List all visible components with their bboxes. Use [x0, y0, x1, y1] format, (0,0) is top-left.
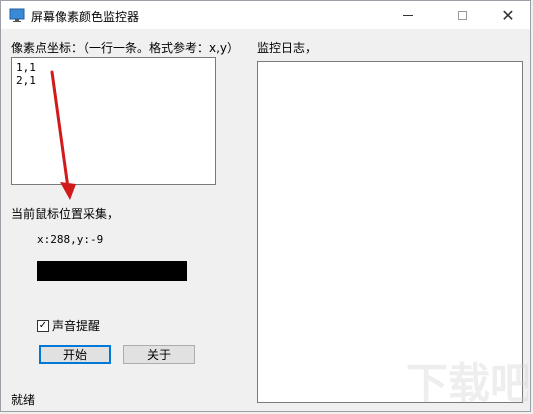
minimize-button[interactable]	[385, 1, 431, 29]
log-label: 监控日志，	[257, 41, 318, 55]
color-swatch	[37, 261, 187, 281]
maximize-icon	[457, 10, 467, 20]
app-window: 屏幕像素颜色监控器 ✕ 像素点坐标：（一行一条。格式参考：x,y） 1,1 2,…	[0, 0, 531, 412]
coords-label: 像素点坐标：（一行一条。格式参考：x,y）	[11, 41, 240, 55]
coords-textarea[interactable]: 1,1 2,1	[11, 57, 216, 185]
minimize-icon	[403, 14, 413, 16]
mouse-position-readout: x:288,y:-9	[37, 233, 104, 246]
close-button[interactable]: ✕	[485, 1, 531, 29]
title-bar[interactable]: 屏幕像素颜色监控器 ✕	[1, 1, 530, 29]
app-icon	[9, 8, 25, 22]
sound-alert-checkbox[interactable]: ✓ 声音提醒	[37, 317, 100, 334]
log-textarea[interactable]	[257, 61, 523, 403]
start-button[interactable]: 开始	[39, 345, 111, 364]
current-position-label: 当前鼠标位置采集，	[11, 207, 120, 221]
close-icon: ✕	[501, 5, 515, 25]
about-button[interactable]: 关于	[123, 345, 195, 364]
window-title: 屏幕像素颜色监控器	[31, 10, 140, 24]
status-text: 就绪	[11, 393, 36, 407]
sound-alert-label: 声音提醒	[52, 319, 101, 333]
maximize-button[interactable]	[439, 1, 485, 29]
checkbox-icon[interactable]: ✓	[37, 319, 49, 332]
